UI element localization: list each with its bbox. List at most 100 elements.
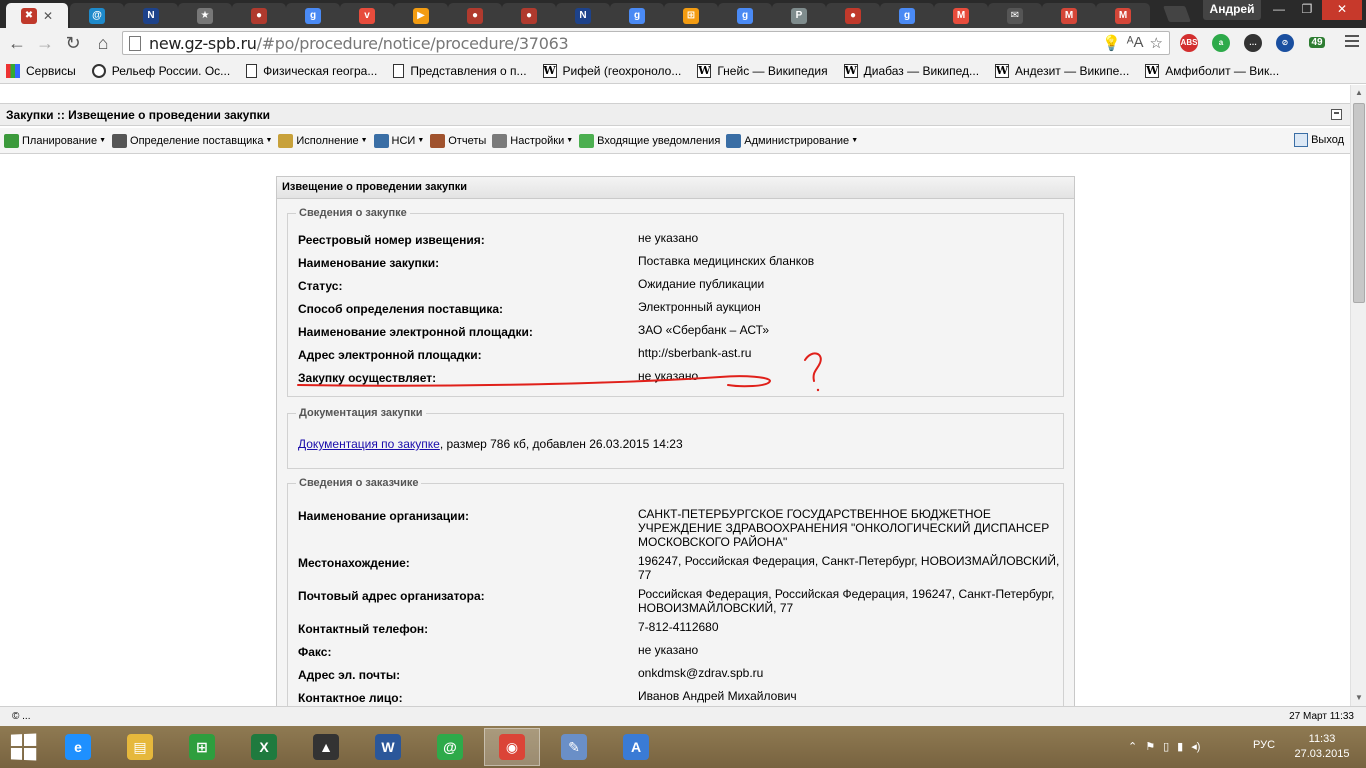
taskbar-clock[interactable]: 11:33 27.03.2015 <box>1290 732 1354 762</box>
bookmark-label: Физическая геогра... <box>263 63 378 78</box>
browser-tab[interactable]: ● <box>502 3 556 28</box>
menu-item[interactable]: НСИ ▼ <box>373 133 424 148</box>
browser-tab[interactable]: g <box>286 3 340 28</box>
home-icon[interactable]: ⌂ <box>92 32 114 54</box>
status-bar: © ... 27 Март 11:33 <box>0 706 1366 726</box>
ball-icon: ● <box>467 7 483 24</box>
taskbar-app[interactable]: W <box>360 728 416 766</box>
extension-badge-icon[interactable]: 49 <box>1308 34 1326 52</box>
field-value: не указано <box>638 643 699 657</box>
taskbar-app[interactable]: X <box>236 728 292 766</box>
bookmark-label: Сервисы <box>26 63 76 78</box>
browser-tab[interactable]: ● <box>232 3 286 28</box>
taskbar-app[interactable]: A <box>608 728 664 766</box>
browser-tab[interactable]: g <box>880 3 934 28</box>
grammarly-icon[interactable]: a <box>1212 34 1230 52</box>
reload-icon[interactable]: ↻ <box>62 32 84 54</box>
scroll-thumb[interactable] <box>1353 103 1365 303</box>
browser-tab[interactable]: ★ <box>178 3 232 28</box>
documentation-legend: Документация закупки <box>299 407 423 419</box>
field-value: не указано <box>638 231 699 245</box>
field-label: Реестровый номер извещения: <box>298 233 485 247</box>
minimize-icon[interactable]: — <box>1266 0 1292 20</box>
bookmark-item[interactable]: W Диабаз — Википед... <box>843 63 979 78</box>
word-icon: W <box>375 734 401 760</box>
bookmark-item[interactable]: W Амфиболит — Вик... <box>1145 63 1279 78</box>
language-indicator[interactable]: РУС <box>1253 739 1275 751</box>
menu-item[interactable]: Входящие уведомления <box>579 133 720 148</box>
browser-tab[interactable]: ● <box>826 3 880 28</box>
logout-button[interactable]: Выход <box>1294 133 1344 147</box>
taskbar-app[interactable]: ✎ <box>546 728 602 766</box>
browser-tab[interactable]: P <box>772 3 826 28</box>
documentation-link[interactable]: Документация по закупке <box>298 437 440 451</box>
browser-tab[interactable]: ✖ ✕ <box>6 3 68 28</box>
tray-volume-icon[interactable]: ◂) <box>1191 740 1200 753</box>
browser-tab[interactable]: ● <box>448 3 502 28</box>
tray-battery-icon[interactable]: ▯ <box>1163 740 1169 753</box>
dropdown-arrow-icon: ▼ <box>265 137 273 144</box>
menu-item[interactable]: Отчеты <box>430 133 486 148</box>
browser-tab[interactable]: N <box>556 3 610 28</box>
profile-button[interactable]: Андрей <box>1203 0 1261 20</box>
browser-tab[interactable]: g <box>718 3 772 28</box>
browser-tab[interactable]: ✉ <box>988 3 1042 28</box>
menu-item-icon <box>430 133 446 148</box>
start-button[interactable] <box>10 733 38 761</box>
paint-icon: ✎ <box>561 734 587 760</box>
page-scrollbar[interactable]: ▲ ▼ <box>1350 85 1366 706</box>
taskbar-app[interactable]: ◉ <box>484 728 540 766</box>
tray-flag-icon[interactable]: ⚑ <box>1145 740 1155 753</box>
tab-close-icon[interactable]: ✕ <box>43 9 53 23</box>
bookmark-item[interactable]: W Андезит — Википе... <box>995 63 1129 78</box>
browser-tab[interactable]: N <box>124 3 178 28</box>
tray-network-icon[interactable]: ▮ <box>1177 740 1183 753</box>
tray-chevron-icon[interactable]: ⌃ <box>1128 740 1137 753</box>
menu-item[interactable]: Определение поставщика ▼ <box>112 133 273 148</box>
browser-tab[interactable]: v <box>340 3 394 28</box>
menu-item[interactable]: Исполнение ▼ <box>278 133 368 148</box>
field-value: Поставка медицинских бланков <box>638 254 815 268</box>
page-info-icon[interactable] <box>129 36 141 51</box>
browser-tab[interactable]: @ <box>70 3 124 28</box>
browser-tab[interactable]: ⊞ <box>664 3 718 28</box>
lightbulb-icon[interactable]: 💡 <box>1102 34 1121 52</box>
bookmark-item[interactable]: Сервисы <box>6 63 76 78</box>
m-icon: M <box>953 7 969 24</box>
taskbar-app[interactable]: ▲ <box>298 728 354 766</box>
forward-icon[interactable]: → <box>34 32 56 54</box>
taskbar-app[interactable]: ⊞ <box>174 728 230 766</box>
browser-tab[interactable]: g <box>610 3 664 28</box>
translate-icon[interactable]: ᴬA <box>1127 34 1144 52</box>
menu-item[interactable]: Планирование ▼ <box>4 133 106 148</box>
taskbar-app[interactable]: e <box>50 728 106 766</box>
bookmark-item[interactable]: Рельеф России. Ос... <box>91 63 230 78</box>
maximize-icon[interactable]: ❐ <box>1294 0 1320 20</box>
browser-tab[interactable]: M <box>1042 3 1096 28</box>
taskbar-app[interactable]: @ <box>422 728 478 766</box>
wikipedia-icon: W <box>1145 63 1160 78</box>
menu-item[interactable]: Администрирование ▼ <box>726 133 858 148</box>
scroll-down-icon[interactable]: ▼ <box>1351 690 1366 706</box>
browser-menu-icon[interactable] <box>1345 35 1359 50</box>
collapse-icon[interactable] <box>1331 109 1342 120</box>
browser-tab[interactable]: M <box>1096 3 1150 28</box>
new-tab-button[interactable] <box>1163 6 1191 22</box>
menu-item[interactable]: Настройки ▼ <box>492 133 573 148</box>
address-bar[interactable]: new.gz-spb.ru/#po/procedure/notice/proce… <box>122 31 1170 55</box>
chat-icon[interactable]: … <box>1244 34 1262 52</box>
back-icon[interactable]: ← <box>6 32 28 54</box>
url-text[interactable]: new.gz-spb.ru/#po/procedure/notice/proce… <box>149 34 569 53</box>
bookmark-item[interactable]: Представления о п... <box>393 63 527 78</box>
block-icon[interactable]: ⊘ <box>1276 34 1294 52</box>
bookmark-item[interactable]: W Гнейс — Википедия <box>697 63 828 78</box>
bookmark-item[interactable]: Физическая геогра... <box>246 63 378 78</box>
browser-tab[interactable]: M <box>934 3 988 28</box>
adblock-icon[interactable]: ABS <box>1180 34 1198 52</box>
close-window-icon[interactable]: ✕ <box>1322 0 1362 20</box>
scroll-up-icon[interactable]: ▲ <box>1351 85 1366 101</box>
bookmark-star-icon[interactable]: ☆ <box>1150 34 1163 52</box>
browser-tab[interactable]: ▶ <box>394 3 448 28</box>
bookmark-item[interactable]: W Рифей (геохроноло... <box>542 63 681 78</box>
taskbar-app[interactable]: ▤ <box>112 728 168 766</box>
